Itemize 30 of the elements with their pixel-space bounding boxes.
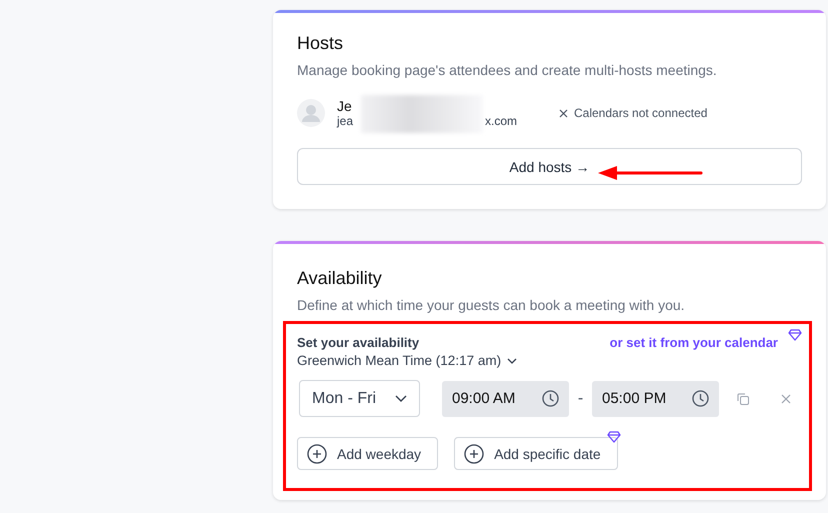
card-title: Hosts — [297, 33, 344, 54]
add-button[interactable]: Add weekday — [297, 437, 438, 470]
end-time-field[interactable]: 05:00 PM — [592, 380, 719, 416]
premium-gem-icon — [788, 329, 802, 341]
start-time-field[interactable]: 09:00 AM — [442, 380, 569, 416]
clock-icon — [692, 390, 709, 407]
card-description: Define at which time your guests can book a meeting with you. — [297, 297, 686, 313]
add-button[interactable]: Add specific date — [454, 437, 618, 470]
close-icon[interactable] — [781, 394, 791, 404]
calendar-link[interactable]: or set it from your calendar — [610, 335, 778, 350]
chevron-down-icon — [395, 395, 407, 402]
copy-icon[interactable] — [737, 392, 749, 404]
section-heading: Set your availability — [297, 335, 420, 350]
clock-icon — [542, 390, 559, 407]
premium-gem-icon — [606, 431, 621, 443]
host-name: Je — [337, 98, 353, 114]
chevron-down-icon — [507, 358, 518, 364]
host-email: x.com — [485, 114, 518, 128]
avatar-icon — [297, 99, 325, 127]
card-description: Manage booking page's attendees and create multi-hosts meetings. — [297, 62, 718, 78]
calendar-status: Calendars not connected — [574, 106, 708, 120]
range-separator: - — [576, 390, 584, 408]
close-icon — [559, 108, 568, 118]
day-range-dropdown[interactable]: Mon - Fri — [299, 380, 420, 417]
add-hosts-button[interactable]: Add hosts → — [297, 148, 802, 185]
timezone-dropdown[interactable]: Greenwich Mean Time (12:17 am) — [297, 353, 518, 368]
add-circle-icon — [307, 444, 327, 464]
add-circle-icon — [464, 444, 484, 464]
card-title: Availability — [297, 268, 383, 289]
host-email: jea — [337, 114, 354, 128]
